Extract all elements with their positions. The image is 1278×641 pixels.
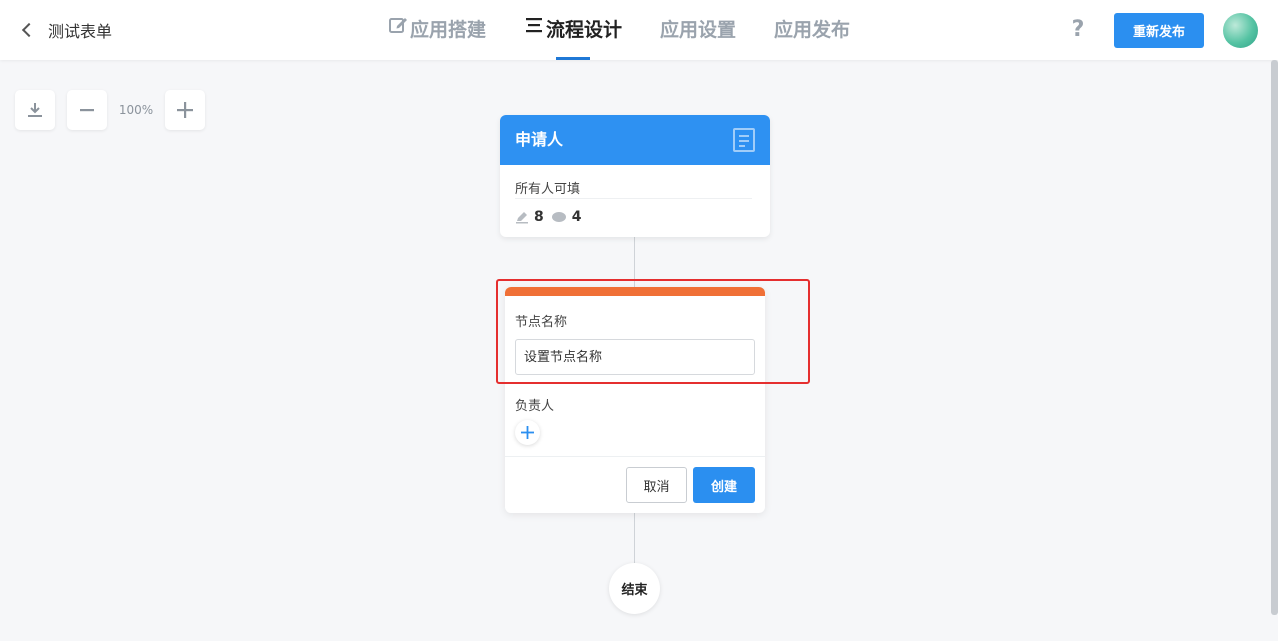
new-node-form: 节点名称 负责人 取消 创建 xyxy=(505,287,765,513)
form-doc-icon xyxy=(733,128,755,152)
download-icon xyxy=(28,103,42,117)
pen-icon xyxy=(516,212,528,224)
back-button[interactable]: 测试表单 xyxy=(18,18,112,42)
connector-line xyxy=(634,237,635,287)
divider xyxy=(515,198,752,199)
view-count: 4 xyxy=(571,209,582,225)
plus-icon xyxy=(521,426,534,439)
help-icon[interactable]: ? xyxy=(1068,17,1088,43)
applicant-permission: 所有人可填 xyxy=(515,182,581,197)
republish-button[interactable]: 重新发布 xyxy=(1114,13,1204,48)
node-name-label: 节点名称 xyxy=(515,315,568,330)
zoom-out-button[interactable] xyxy=(67,90,107,130)
minus-icon xyxy=(80,109,94,112)
owner-label: 负责人 xyxy=(515,399,555,414)
field-stats: 8 4 xyxy=(515,209,582,225)
node-accent-bar xyxy=(505,287,765,296)
tab-flow-design[interactable]: 流程设计 xyxy=(524,0,622,60)
applicant-node-title: 申请人 xyxy=(515,130,564,149)
node-name-input[interactable] xyxy=(515,339,755,375)
zoom-level: 100% xyxy=(118,103,154,117)
divider xyxy=(505,456,765,457)
cancel-button[interactable]: 取消 xyxy=(626,467,687,503)
flow-icon xyxy=(524,0,544,61)
tab-label: 应用搭建 xyxy=(410,19,487,41)
tab-app-settings[interactable]: 应用设置 xyxy=(660,0,736,60)
form-title: 测试表单 xyxy=(48,22,113,41)
connector-line xyxy=(634,513,635,563)
chevron-left-icon xyxy=(21,22,37,38)
applicant-node[interactable]: 申请人 所有人可填 8 4 xyxy=(500,115,770,237)
create-button[interactable]: 创建 xyxy=(693,467,755,503)
end-node: 结束 xyxy=(609,563,660,614)
add-owner-button[interactable] xyxy=(515,420,540,445)
zoom-in-button[interactable] xyxy=(165,90,205,130)
tab-app-publish[interactable]: 应用发布 xyxy=(774,0,850,60)
end-node-label: 结束 xyxy=(621,583,648,598)
avatar[interactable] xyxy=(1223,13,1258,48)
tab-label: 流程设计 xyxy=(546,19,623,41)
tab-app-build[interactable]: 应用搭建 xyxy=(388,0,486,60)
edit-icon xyxy=(388,0,408,61)
tab-label: 应用发布 xyxy=(774,19,851,41)
edit-count: 8 xyxy=(534,209,544,225)
top-header: 测试表单 应用搭建 流程设计 应用设置 应用发布 ? 重新发布 xyxy=(0,0,1278,60)
tab-label: 应用设置 xyxy=(660,19,737,41)
main-tabs: 应用搭建 流程设计 应用设置 应用发布 xyxy=(388,0,888,60)
applicant-node-header: 申请人 xyxy=(500,115,770,165)
scrollbar[interactable] xyxy=(1271,60,1278,615)
download-button[interactable] xyxy=(15,90,55,130)
eye-icon xyxy=(551,212,566,222)
plus-icon xyxy=(177,102,193,118)
